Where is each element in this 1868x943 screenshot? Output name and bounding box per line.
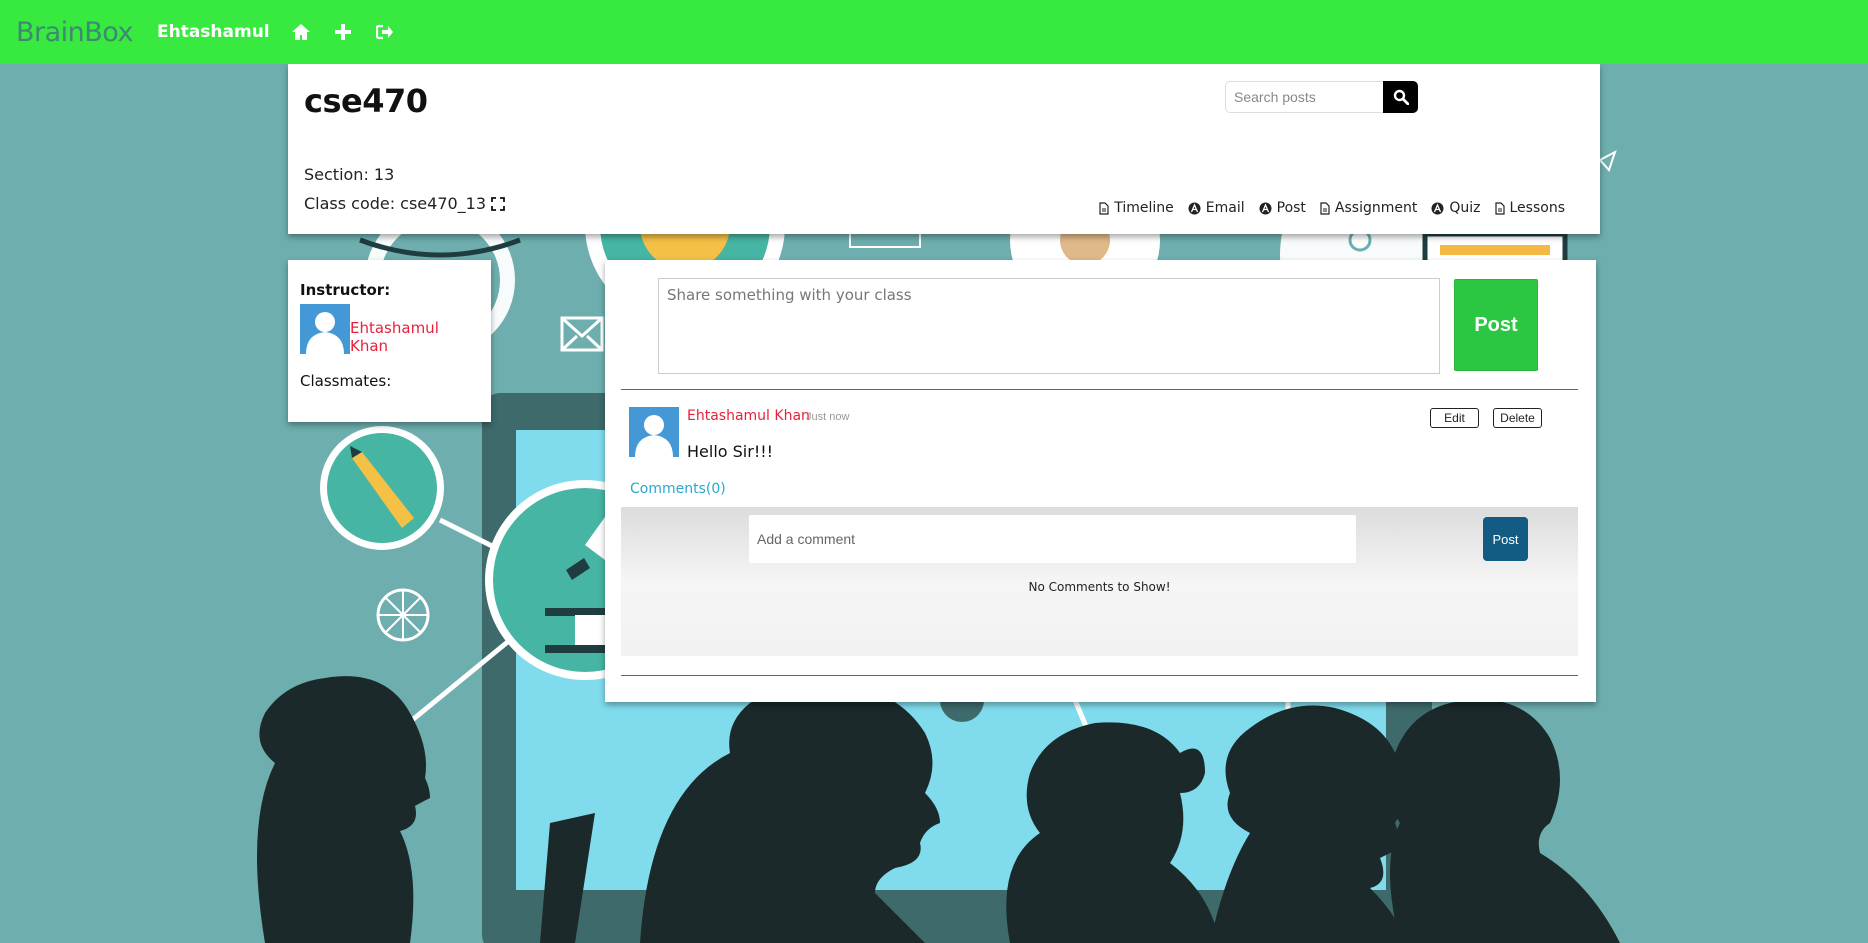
submit-post-button[interactable]: Post bbox=[1454, 279, 1538, 371]
top-navbar: BrainBox Ehtashamul bbox=[0, 0, 1868, 64]
post-body: Hello Sir!!! bbox=[687, 442, 774, 461]
expand-icon[interactable] bbox=[491, 196, 505, 211]
sign-out-icon[interactable] bbox=[374, 21, 396, 43]
members-card: Instructor: Ehtashamul Khan Classmates: bbox=[288, 260, 491, 422]
class-code-row: Class code: cse470_13 bbox=[304, 194, 505, 213]
instructor-heading: Instructor: bbox=[300, 281, 391, 299]
tab-label: Email bbox=[1205, 200, 1245, 216]
search-button[interactable] bbox=[1383, 81, 1418, 113]
divider bbox=[621, 675, 1578, 676]
search-icon bbox=[1393, 89, 1409, 105]
comment-input[interactable] bbox=[749, 515, 1356, 563]
plus-icon[interactable] bbox=[332, 21, 354, 43]
class-code-label: Class code: bbox=[304, 194, 396, 213]
avatar bbox=[629, 407, 679, 457]
edit-post-button[interactable]: Edit bbox=[1430, 408, 1479, 428]
brand-logo[interactable]: BrainBox bbox=[16, 17, 133, 48]
empty-comments-message: No Comments to Show! bbox=[1028, 580, 1171, 594]
tab-lessons[interactable]: Lessons bbox=[1494, 200, 1566, 216]
delete-post-button[interactable]: Delete bbox=[1493, 408, 1542, 428]
submit-comment-button[interactable]: Post bbox=[1483, 517, 1528, 561]
comments-panel: Post No Comments to Show! bbox=[621, 507, 1578, 656]
post-timestamp: Just now bbox=[806, 411, 850, 423]
instructor-row: Ehtashamul Khan bbox=[300, 304, 479, 355]
feed-card: Post Ehtashamul Khan Just now Edit Delet… bbox=[605, 260, 1596, 702]
tab-timeline[interactable]: Timeline bbox=[1099, 200, 1174, 216]
comments-toggle-link[interactable]: Comments(0) bbox=[630, 481, 726, 497]
post-author-link[interactable]: Ehtashamul Khan bbox=[687, 408, 810, 424]
tab-assignment[interactable]: Assignment bbox=[1320, 200, 1417, 216]
tab-quiz[interactable]: Quiz bbox=[1431, 200, 1481, 216]
tab-email[interactable]: Email bbox=[1188, 200, 1245, 216]
tab-label: Lessons bbox=[1509, 200, 1566, 216]
circle-a-icon bbox=[1188, 202, 1201, 214]
nav-username[interactable]: Ehtashamul bbox=[157, 22, 270, 42]
avatar bbox=[300, 304, 350, 354]
tab-post[interactable]: Post bbox=[1259, 200, 1306, 216]
file-icon bbox=[1099, 201, 1109, 215]
tab-label: Quiz bbox=[1449, 200, 1481, 216]
divider bbox=[621, 389, 1578, 390]
classmates-heading: Classmates: bbox=[300, 372, 392, 390]
class-header-card: cse470 Section: 13 Class code: cse470_13… bbox=[288, 64, 1600, 234]
class-tabs: Timeline Email Post Assignment Quiz Less… bbox=[1099, 200, 1565, 216]
share-post-input[interactable] bbox=[658, 278, 1440, 374]
tab-label: Assignment bbox=[1334, 200, 1418, 216]
circle-a-icon bbox=[1259, 202, 1272, 214]
section-label: Section: 13 bbox=[304, 165, 395, 184]
file-icon bbox=[1320, 201, 1330, 215]
tab-label: Post bbox=[1276, 200, 1306, 216]
circle-a-icon bbox=[1431, 202, 1444, 214]
home-icon[interactable] bbox=[290, 21, 312, 43]
search-bar bbox=[1225, 81, 1418, 113]
class-code-value: cse470_13 bbox=[400, 194, 487, 213]
search-input[interactable] bbox=[1225, 81, 1383, 113]
class-title: cse470 bbox=[304, 82, 428, 120]
tab-label: Timeline bbox=[1114, 200, 1174, 216]
instructor-name-link[interactable]: Ehtashamul Khan bbox=[350, 319, 479, 355]
file-icon bbox=[1494, 201, 1505, 215]
